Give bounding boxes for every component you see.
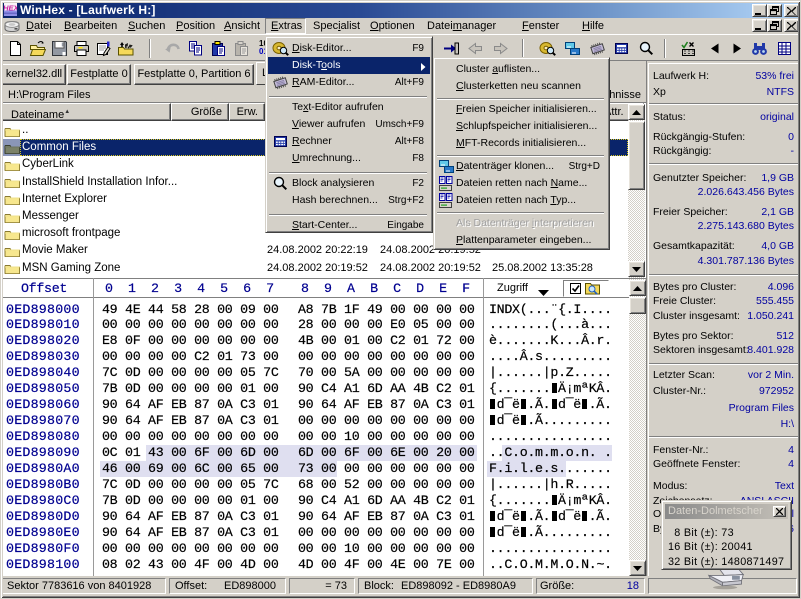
svg-text:HEX: HEX xyxy=(4,4,17,13)
